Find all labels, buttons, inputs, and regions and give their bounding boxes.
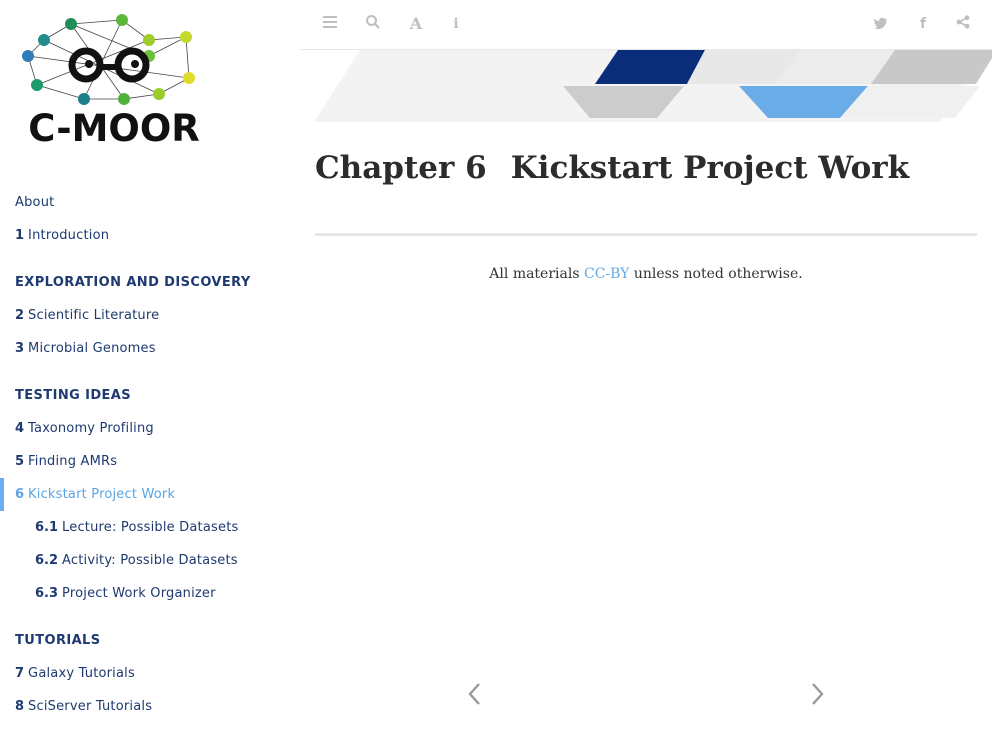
- toc-number: 7: [15, 666, 25, 681]
- toc-label: Lecture: Possible Datasets: [62, 520, 239, 535]
- next-page-icon[interactable]: [803, 680, 833, 716]
- toc-item-lecture-possible-datasets[interactable]: 6.1 Lecture: Possible Datasets: [0, 511, 300, 544]
- twitter-icon[interactable]: [871, 14, 891, 34]
- sidebar: C-MOOR About 1 Introduction EXPLORATION A…: [0, 0, 300, 744]
- toc-item-kickstart-project-work[interactable]: 6 Kickstart Project Work: [0, 478, 300, 511]
- search-icon[interactable]: [363, 14, 383, 34]
- toc-label: Kickstart Project Work: [28, 487, 176, 502]
- toc-label: Introduction: [28, 228, 110, 243]
- toc-part-exploration: EXPLORATION AND DISCOVERY: [15, 275, 251, 290]
- chapter-title: Chapter 6 Kickstart Project Work: [315, 150, 977, 186]
- toc-label: Finding AMRs: [28, 454, 118, 469]
- toc-item-taxonomy-profiling[interactable]: 4 Taxonomy Profiling: [0, 412, 300, 445]
- cc-by-link[interactable]: CC-BY: [584, 266, 629, 282]
- toc-part-testing-ideas: TESTING IDEAS: [15, 388, 132, 403]
- toc-item-project-work-organizer[interactable]: 6.3 Project Work Organizer: [0, 577, 300, 610]
- facebook-icon[interactable]: f: [913, 14, 933, 34]
- toc-label: Taxonomy Profiling: [28, 421, 154, 436]
- toc-label: SciServer Tutorials: [28, 699, 153, 714]
- decorative-banner: [314, 50, 992, 122]
- license-suffix: unless noted otherwise.: [629, 266, 803, 282]
- toc-item-sciserver-tutorials[interactable]: 8 SciServer Tutorials: [0, 690, 300, 723]
- toc-label: Scientific Literature: [28, 308, 160, 323]
- toc-label: Activity: Possible Datasets: [62, 553, 238, 568]
- toc-number: 6.1: [35, 520, 59, 535]
- font-settings-icon[interactable]: A: [406, 14, 426, 34]
- logo-wordmark: C-MOOR: [28, 107, 200, 150]
- toc-item-introduction[interactable]: 1 Introduction: [0, 219, 300, 252]
- toc-number: 2: [15, 308, 25, 323]
- toc-number: 5: [15, 454, 25, 469]
- toc-item-activity-possible-datasets[interactable]: 6.2 Activity: Possible Datasets: [0, 544, 300, 577]
- toc-item-microbial-genomes[interactable]: 3 Microbial Genomes: [0, 332, 300, 365]
- license-note: All materials CC-BY unless noted otherwi…: [315, 266, 977, 282]
- top-toolbar: A i f: [300, 0, 992, 50]
- table-of-contents: About 1 Introduction EXPLORATION AND DISC…: [0, 186, 300, 723]
- toc-part-tutorials: TUTORIALS: [15, 633, 101, 648]
- toc-number: 8: [15, 699, 25, 714]
- toc-item-finding-amrs[interactable]: 5 Finding AMRs: [0, 445, 300, 478]
- toc-label: Microbial Genomes: [28, 341, 156, 356]
- license-prefix: All materials: [489, 266, 584, 282]
- toc-toggle-icon[interactable]: [320, 14, 340, 34]
- toc-number: 3: [15, 341, 25, 356]
- previous-page-icon[interactable]: [459, 680, 489, 716]
- info-icon[interactable]: i: [446, 14, 466, 34]
- toc-label: Galaxy Tutorials: [28, 666, 135, 681]
- toc-number: 6.3: [35, 586, 59, 601]
- toc-number: 6.2: [35, 553, 59, 568]
- chapter-name: Kickstart Project Work: [510, 150, 910, 186]
- toc-number: 4: [15, 421, 25, 436]
- c-moor-logo[interactable]: C-MOOR: [14, 10, 214, 152]
- toc-label: About: [15, 195, 55, 210]
- toc-label: Project Work Organizer: [62, 586, 216, 601]
- toc-item-scientific-literature[interactable]: 2 Scientific Literature: [0, 299, 300, 332]
- title-divider: [315, 233, 977, 236]
- share-icon[interactable]: [953, 14, 973, 34]
- toc-number: 1: [15, 228, 25, 243]
- toc-item-about[interactable]: About: [0, 186, 300, 219]
- chapter-number: Chapter 6: [315, 150, 487, 186]
- toc-number: 6: [15, 487, 25, 502]
- toc-item-galaxy-tutorials[interactable]: 7 Galaxy Tutorials: [0, 657, 300, 690]
